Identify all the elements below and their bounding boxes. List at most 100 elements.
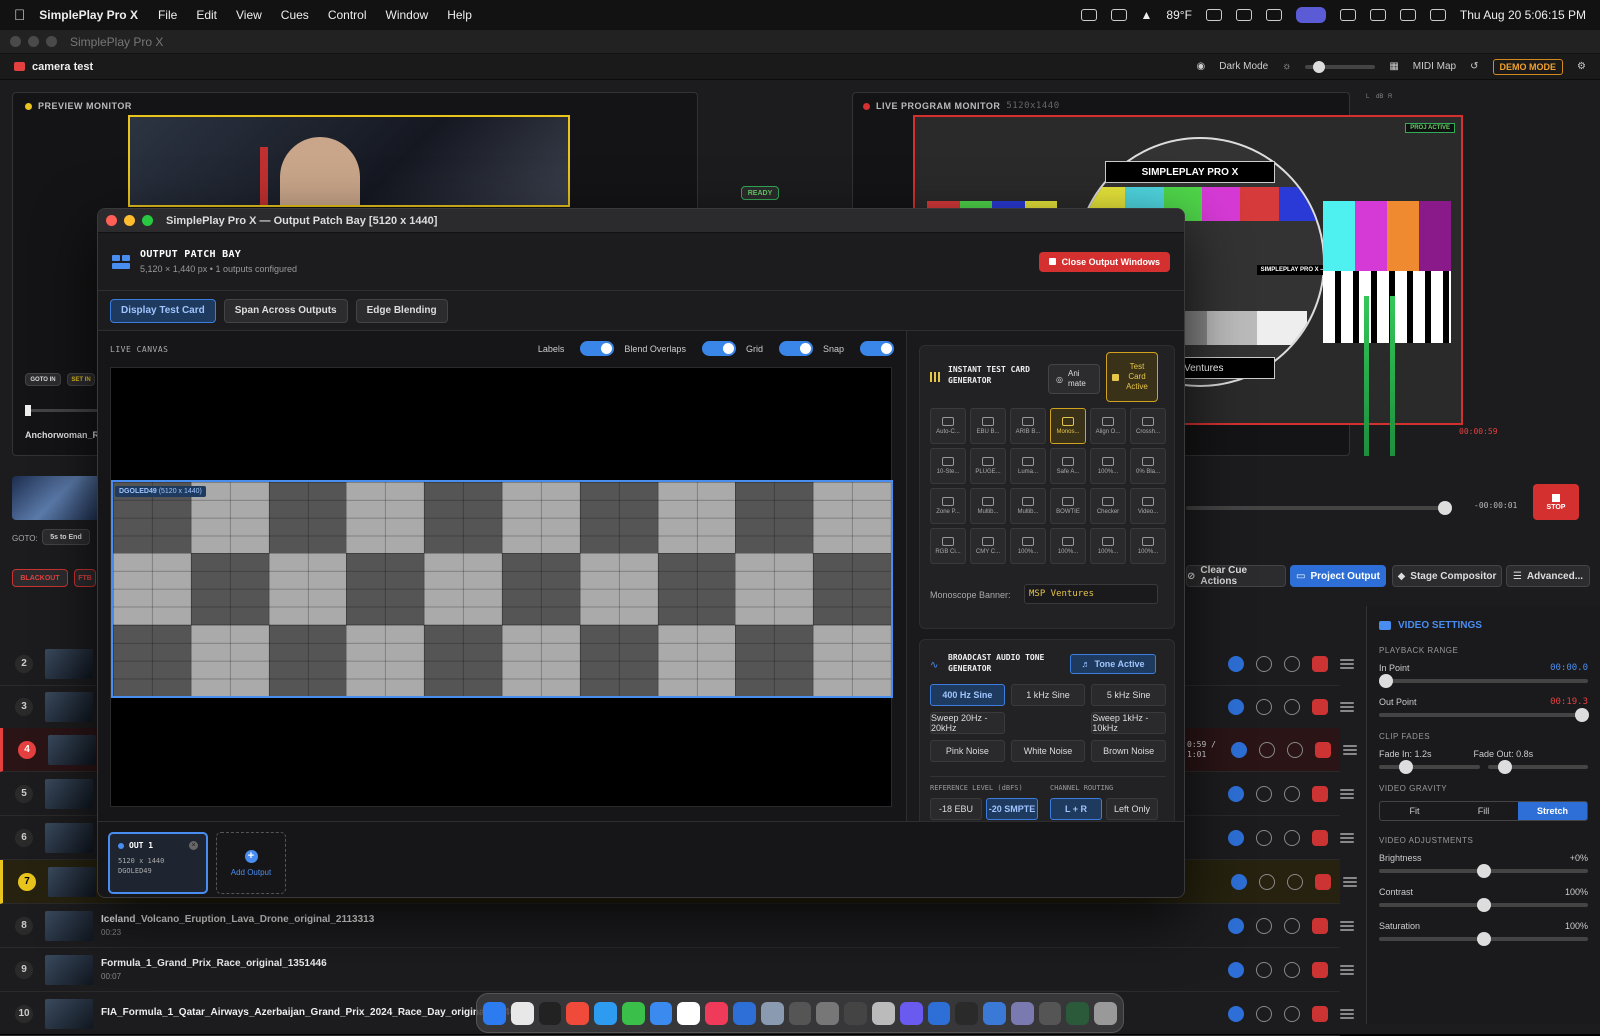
tone-option[interactable]: White Noise: [1010, 740, 1086, 762]
in-point-thumb[interactable]: [1379, 674, 1393, 688]
drag-handle-icon[interactable]: [1340, 662, 1354, 665]
trash-icon[interactable]: [1315, 873, 1331, 890]
menu-cues[interactable]: Cues: [281, 8, 309, 22]
loop-icon[interactable]: [1231, 741, 1247, 758]
dock-app-icon[interactable]: [899, 1001, 923, 1025]
gravity-stretch[interactable]: Stretch: [1518, 802, 1587, 820]
menu-window[interactable]: Window: [386, 8, 429, 22]
speaker-icon[interactable]: [1284, 785, 1300, 802]
speaker-icon[interactable]: [1284, 1005, 1300, 1022]
dock-app-icon[interactable]: [733, 1001, 756, 1025]
drag-handle-icon[interactable]: [1340, 705, 1354, 708]
tone-option[interactable]: 5 kHz Sine: [1091, 684, 1166, 706]
trash-icon[interactable]: [1312, 917, 1328, 934]
apple-icon[interactable]: : [14, 7, 25, 24]
preview-video[interactable]: [128, 115, 570, 207]
ftb-button[interactable]: FTB: [74, 569, 96, 587]
status-icon[interactable]: [1080, 9, 1097, 21]
weather-text[interactable]: 89°F: [1166, 8, 1191, 22]
output-card[interactable]: OUT 1 × 5120 x 1440 DGOLED49: [108, 832, 208, 894]
routing-left-button[interactable]: Left Only: [1106, 798, 1158, 820]
bluetooth-icon[interactable]: [1265, 9, 1282, 21]
dock-app-icon[interactable]: [983, 1001, 1006, 1025]
dock-app-icon[interactable]: [788, 1001, 812, 1025]
tab-edge-blending[interactable]: Edge Blending: [355, 298, 448, 323]
zoom-window-button[interactable]: [46, 36, 57, 47]
test-card-option[interactable]: EBU B...: [970, 408, 1006, 444]
midi-map-button[interactable]: MIDI Map: [1413, 61, 1456, 72]
minimize-window-button[interactable]: [28, 36, 39, 47]
status-icon[interactable]: [1110, 9, 1127, 21]
trash-icon[interactable]: [1312, 785, 1328, 802]
gravity-fill[interactable]: Fill: [1449, 802, 1518, 820]
dock-app-icon[interactable]: [677, 1001, 701, 1025]
dock-app-icon[interactable]: [538, 1001, 562, 1025]
drag-handle-icon[interactable]: [1340, 1012, 1354, 1015]
trash-icon[interactable]: [1312, 655, 1328, 672]
dock-app-icon[interactable]: [566, 1001, 590, 1025]
dock-app-icon[interactable]: [594, 1001, 617, 1025]
remove-output-icon[interactable]: ×: [189, 841, 198, 850]
gear-icon[interactable]: ⚙: [1577, 61, 1586, 72]
target-icon[interactable]: [1256, 785, 1272, 802]
menu-help[interactable]: Help: [447, 8, 472, 22]
test-card-option[interactable]: 100%...: [1010, 528, 1046, 564]
test-card-option[interactable]: Luma...: [1010, 448, 1046, 484]
test-card-option[interactable]: Safe A...: [1050, 448, 1086, 484]
current-cue-thumbnail[interactable]: [12, 476, 102, 520]
demo-mode-badge[interactable]: DEMO MODE: [1492, 58, 1564, 75]
battery-icon[interactable]: [1235, 9, 1252, 21]
labels-toggle[interactable]: [580, 341, 615, 356]
menu-view[interactable]: View: [236, 8, 262, 22]
trash-icon[interactable]: [1312, 961, 1328, 978]
display-icon[interactable]: [1369, 9, 1386, 21]
dock-app-icon[interactable]: [871, 1001, 895, 1025]
goto-in-button[interactable]: GOTO IN: [25, 373, 61, 386]
history-icon[interactable]: ↺: [1470, 61, 1478, 72]
drag-handle-icon[interactable]: [1340, 924, 1354, 927]
ref-ebu-button[interactable]: -18 EBU: [930, 798, 982, 820]
test-card-option[interactable]: Multib...: [1010, 488, 1046, 524]
dark-mode-icon[interactable]: ◉: [1197, 61, 1206, 72]
dock-app-icon[interactable]: [1038, 1001, 1062, 1025]
test-card-option[interactable]: BOWTIE: [1050, 488, 1086, 524]
trash-icon[interactable]: [1312, 829, 1328, 846]
wifi-icon[interactable]: [1339, 9, 1356, 21]
live-canvas[interactable]: DGOLED49 (5120 x 1440): [110, 367, 893, 807]
target-icon[interactable]: [1256, 961, 1272, 978]
routing-lr-button[interactable]: L + R: [1050, 798, 1102, 820]
monoscope-banner-input[interactable]: MSP Ventures: [1024, 584, 1158, 604]
target-icon[interactable]: [1256, 829, 1272, 846]
tone-option[interactable]: Brown Noise: [1091, 740, 1166, 762]
control-center-icon[interactable]: [1429, 9, 1446, 21]
dock-app-icon[interactable]: [760, 1001, 784, 1025]
menu-file[interactable]: File: [158, 8, 177, 22]
blend-overlaps-toggle[interactable]: [701, 341, 736, 356]
blackout-button[interactable]: BLACKOUT: [12, 569, 68, 587]
loop-icon[interactable]: [1228, 1005, 1244, 1022]
dock-app-icon[interactable]: [510, 1001, 534, 1025]
speaker-icon[interactable]: [1287, 873, 1303, 890]
target-icon[interactable]: [1256, 655, 1272, 672]
speaker-icon[interactable]: [1284, 698, 1300, 715]
test-card-active-toggle[interactable]: Test Card Active: [1106, 352, 1158, 402]
trash-icon[interactable]: [1312, 698, 1328, 715]
test-card-option[interactable]: Auto-C...: [930, 408, 966, 444]
speaker-icon[interactable]: [1284, 917, 1300, 934]
test-card-option[interactable]: Monos...: [1050, 408, 1086, 444]
drag-handle-icon[interactable]: [1343, 748, 1357, 751]
stage-compositor-button[interactable]: ◆ Stage Compositor: [1392, 565, 1502, 587]
menu-edit[interactable]: Edit: [196, 8, 217, 22]
dock-app-icon[interactable]: [705, 1001, 729, 1025]
set-in-button[interactable]: SET IN: [67, 373, 95, 386]
tone-option[interactable]: Pink Noise: [930, 740, 1005, 762]
speaker-icon[interactable]: [1287, 741, 1303, 758]
status-icon[interactable]: [1205, 9, 1222, 21]
tone-option[interactable]: Sweep 20Hz - 20kHz: [930, 712, 1005, 734]
advanced-button[interactable]: ☰ Advanced...: [1506, 565, 1590, 587]
zoom-window-button[interactable]: [142, 215, 153, 226]
trash-icon[interactable]: [1312, 1005, 1328, 1022]
tab-display-test-card[interactable]: Display Test Card: [110, 298, 216, 323]
add-output-button[interactable]: + Add Output: [216, 832, 286, 894]
stop-button[interactable]: STOP: [1533, 484, 1579, 520]
